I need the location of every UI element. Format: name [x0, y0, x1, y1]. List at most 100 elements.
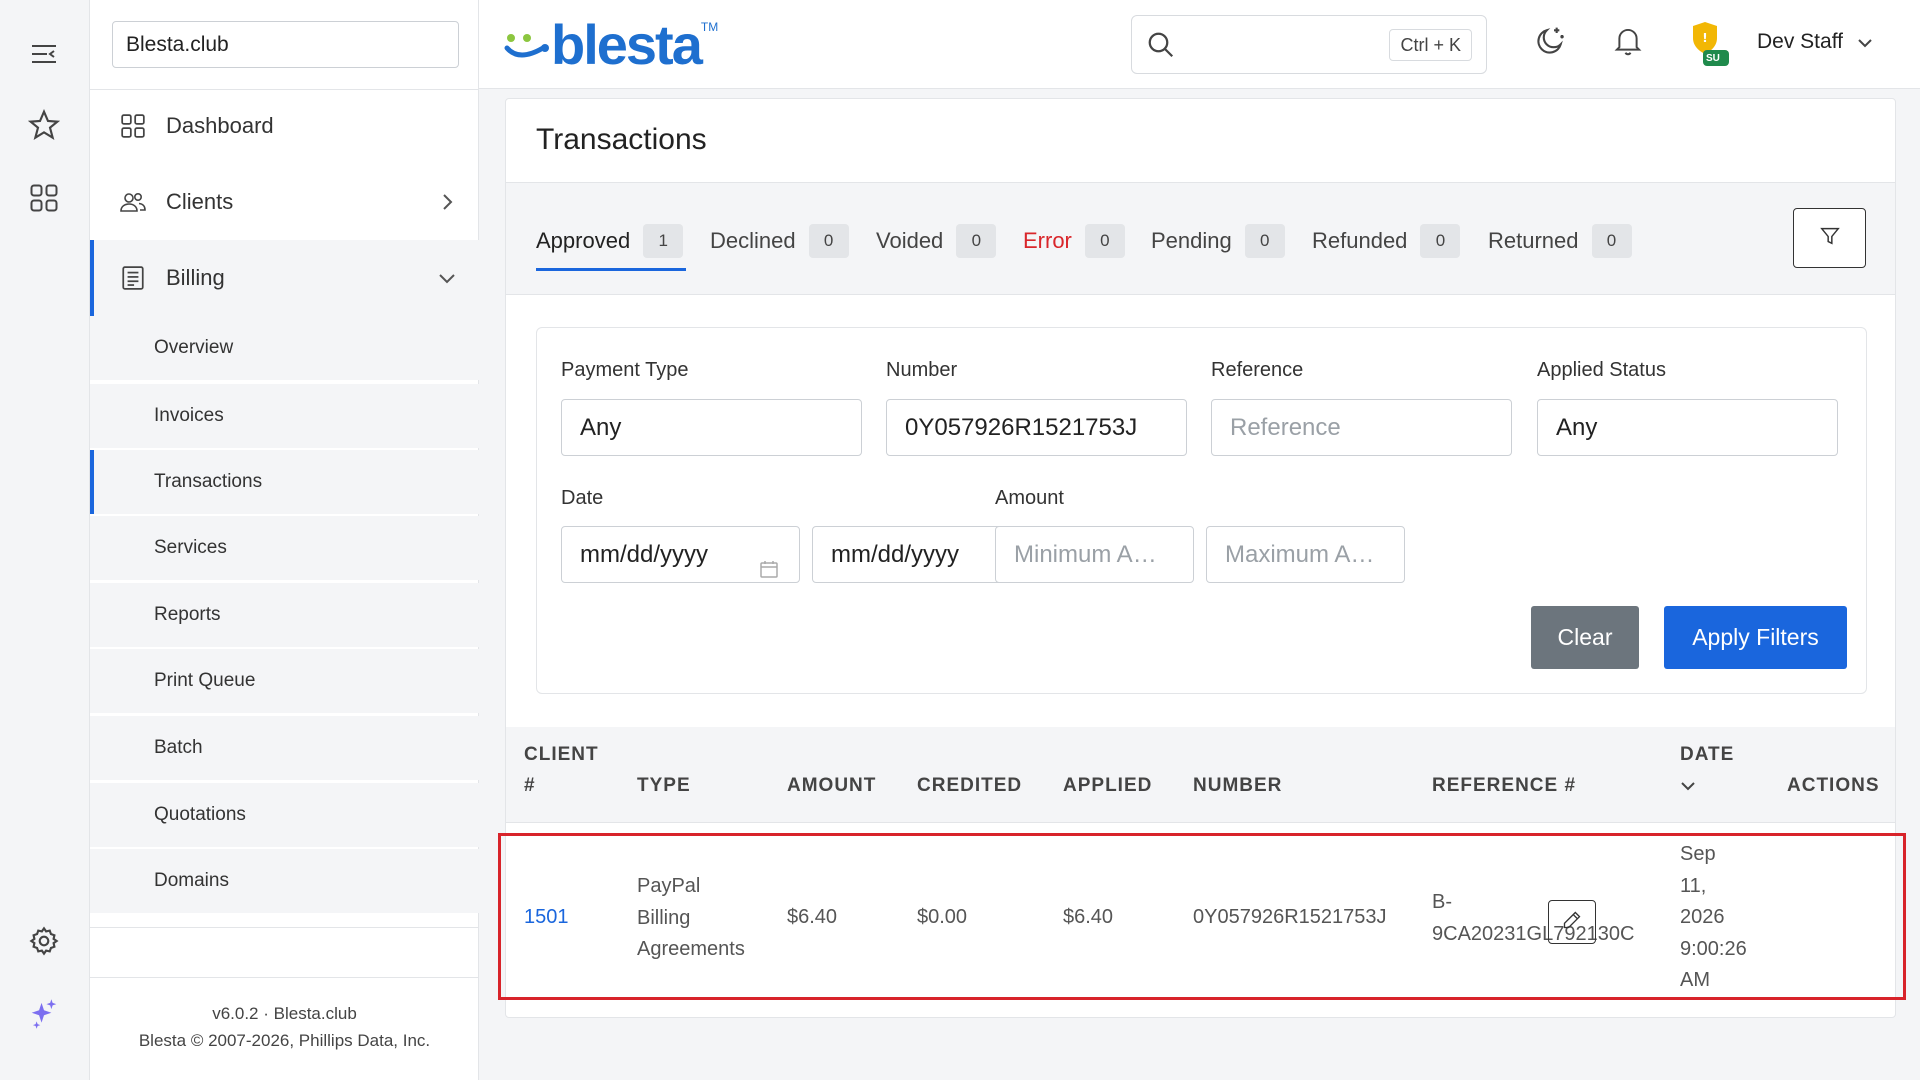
blesta-logo[interactable]: blesta TM: [503, 12, 719, 76]
nav-billing-reports[interactable]: Reports: [90, 583, 479, 647]
nav-billing[interactable]: Billing: [90, 240, 479, 316]
user-name: Dev Staff: [1757, 30, 1843, 53]
tab-label: Declined: [710, 228, 796, 253]
transactions-card: Transactions Approved 1 Declined 0 Voide…: [498, 98, 1906, 1018]
collapse-menu-icon[interactable]: [26, 36, 62, 72]
tab-label: Refunded: [1312, 228, 1408, 253]
sort-desc-chevron-icon: [1680, 770, 1734, 801]
date-line: 2026: [1680, 906, 1725, 928]
dashboard-icon: [118, 111, 148, 141]
date-label: Date: [561, 487, 604, 509]
status-tabs-bar: Approved 1 Declined 0 Voided 0 Error 0 P…: [506, 182, 1895, 295]
reference-input[interactable]: Reference: [1211, 399, 1512, 456]
tab-label: Error: [1023, 228, 1072, 253]
col-client-header-line1: CLIENT: [524, 744, 599, 765]
nav-billing-overview[interactable]: Overview: [90, 316, 479, 380]
tab-count-badge: 0: [1591, 224, 1632, 258]
tab-returned[interactable]: Returned 0: [1488, 221, 1632, 261]
table-row: 1501 PayPal Billing Agreements $6.40 $0.…: [498, 833, 1906, 1000]
super-user-badge-text: SU: [1706, 53, 1720, 64]
nav-billing-batch[interactable]: Batch: [90, 716, 479, 780]
payment-type-label: Payment Type: [561, 359, 689, 381]
site-selector[interactable]: Blesta.club: [112, 21, 459, 68]
date-from-input[interactable]: mm/dd/yyyy: [561, 526, 800, 583]
filter-funnel-icon: [1819, 225, 1841, 252]
col-amount-header[interactable]: AMOUNT: [787, 770, 876, 801]
col-number-header[interactable]: NUMBER: [1193, 770, 1282, 801]
search-shortcut-hint: Ctrl + K: [1389, 29, 1472, 61]
client-id-link[interactable]: 1501: [524, 902, 569, 934]
date-from-placeholder: mm/dd/yyyy: [580, 541, 709, 568]
edit-transaction-button[interactable]: [1548, 900, 1596, 944]
logo-tm: TM: [700, 20, 719, 34]
nav-billing-quotations[interactable]: Quotations: [90, 783, 479, 847]
type-line: PayPal: [637, 875, 701, 897]
toggle-filters-button[interactable]: [1793, 208, 1866, 268]
global-search-box[interactable]: Ctrl + K: [1131, 15, 1487, 74]
table-header: CLIENT # TYPE AMOUNT CREDITED APPLIED NU…: [506, 727, 1895, 823]
nav-billing-domains[interactable]: Domains: [90, 849, 479, 913]
applied-status-select[interactable]: Any: [1537, 399, 1838, 456]
tab-label: Approved: [536, 228, 631, 253]
filter-panel: Payment Type Any Number 0Y057926R1521753…: [536, 327, 1867, 694]
nav-billing-invoices[interactable]: Invoices: [90, 384, 479, 448]
applied-status-label: Applied Status: [1537, 359, 1666, 381]
number-label: Number: [886, 359, 958, 381]
clients-icon: [118, 187, 148, 217]
tab-error[interactable]: Error 0: [1023, 221, 1125, 261]
apply-filters-button[interactable]: Apply Filters: [1664, 606, 1847, 669]
nav-dashboard[interactable]: Dashboard: [90, 88, 479, 164]
version-text: v6.0.2 · Blesta.club: [212, 1004, 357, 1023]
col-applied-header[interactable]: APPLIED: [1063, 770, 1152, 801]
tab-voided[interactable]: Voided 0: [876, 221, 997, 261]
date-cell: Sep 11, 2026 9:00:26 AM: [1680, 839, 1747, 997]
super-user-shield-icon[interactable]: ! SU: [1689, 20, 1731, 70]
amount-min-input[interactable]: Minimum A…: [995, 526, 1194, 583]
nav-billing-label: Billing: [166, 265, 225, 290]
chevron-down-icon: [437, 268, 457, 288]
amount-cell: $6.40: [787, 906, 838, 928]
col-client-header[interactable]: CLIENT #: [524, 739, 599, 801]
nav-clients[interactable]: Clients: [90, 164, 479, 240]
col-actions-header: ACTIONS: [1787, 775, 1880, 796]
settings-gear-icon[interactable]: [26, 923, 62, 959]
type-line: Agreements: [637, 938, 745, 960]
chevron-right-icon: [437, 192, 457, 212]
nav-billing-transactions[interactable]: Transactions: [90, 450, 479, 514]
chevron-down-icon: [1857, 30, 1873, 54]
col-type-header[interactable]: TYPE: [637, 770, 691, 801]
clear-filters-button[interactable]: Clear: [1531, 606, 1639, 669]
col-client-header-line2: #: [524, 775, 536, 796]
tab-count-badge: 1: [643, 224, 684, 258]
col-reference-header[interactable]: REFERENCE #: [1432, 770, 1576, 801]
sidebar: Blesta.club Dashboard Clients Billing Ov…: [90, 0, 479, 1080]
notifications-bell-icon[interactable]: [1610, 23, 1646, 59]
reference-cell: B- 9CA20231GL792130C: [1432, 887, 1634, 950]
nav-clients-label: Clients: [166, 189, 234, 214]
tab-refunded[interactable]: Refunded 0: [1312, 221, 1461, 261]
tab-count-badge: 0: [1420, 224, 1461, 258]
tab-declined[interactable]: Declined 0: [710, 221, 849, 261]
tab-label: Pending: [1151, 228, 1232, 253]
nav-billing-services[interactable]: Services: [90, 516, 479, 580]
col-date-header[interactable]: DATE: [1680, 739, 1734, 801]
star-icon[interactable]: [26, 107, 62, 143]
amount-max-input[interactable]: Maximum A…: [1206, 526, 1405, 583]
dark-mode-moon-icon[interactable]: [1532, 23, 1568, 59]
tab-label: Voided: [876, 228, 944, 253]
ai-sparkle-icon[interactable]: [26, 996, 62, 1032]
divider: [90, 977, 479, 978]
col-credited-header[interactable]: CREDITED: [917, 770, 1022, 801]
user-menu[interactable]: Dev Staff: [1757, 30, 1873, 54]
nav-billing-print-queue[interactable]: Print Queue: [90, 649, 479, 713]
tab-approved[interactable]: Approved 1: [536, 221, 684, 261]
logo-text: blesta: [551, 12, 703, 76]
number-input[interactable]: 0Y057926R1521753J: [886, 399, 1187, 456]
apps-grid-icon[interactable]: [26, 180, 62, 216]
active-tab-indicator: [536, 268, 686, 271]
reference-line: B-: [1432, 891, 1452, 913]
payment-type-select[interactable]: Any: [561, 399, 862, 456]
tab-pending[interactable]: Pending 0: [1151, 221, 1285, 261]
calendar-icon: [759, 544, 779, 578]
tab-count-badge: 0: [808, 224, 849, 258]
